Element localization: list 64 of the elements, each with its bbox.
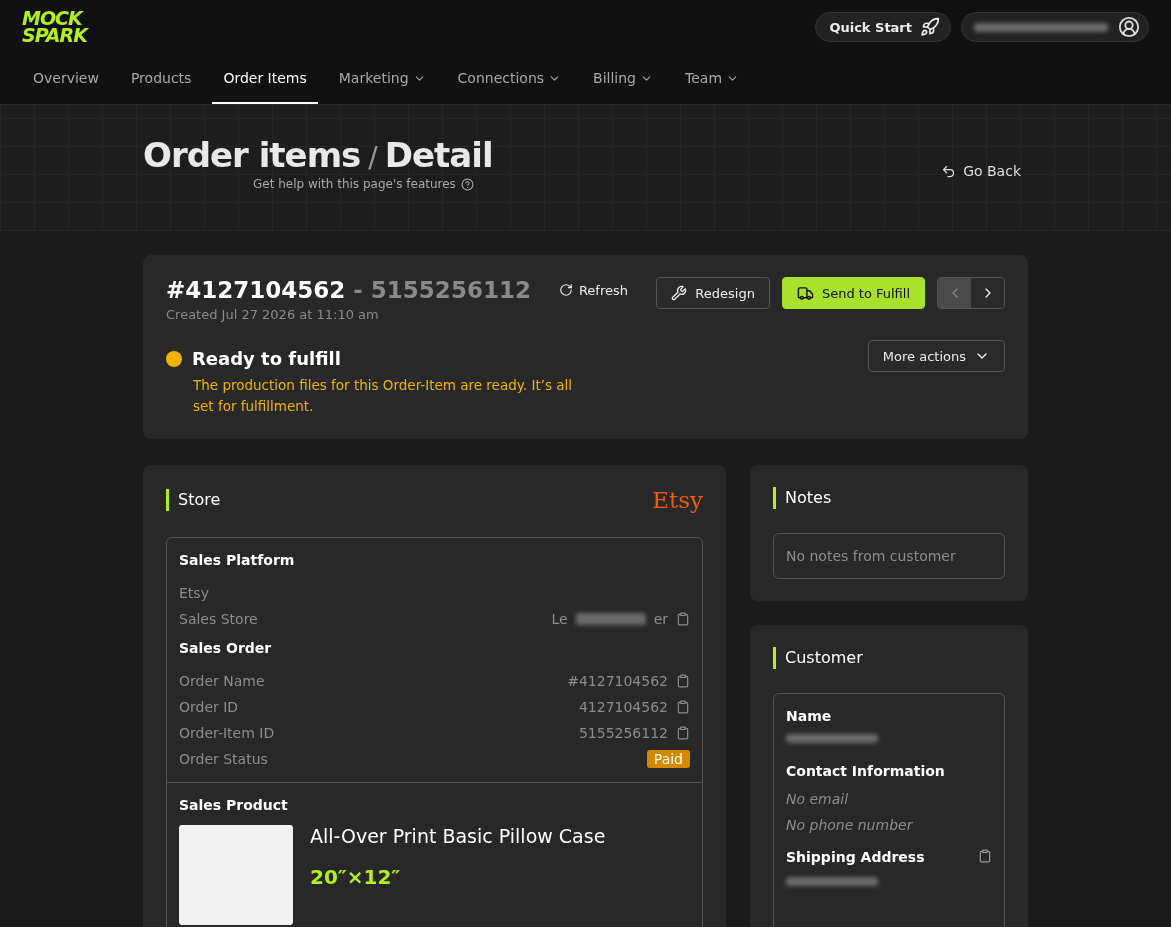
help-link[interactable]: Get help with this page's features	[253, 177, 456, 191]
section-heading: Sales Platform	[179, 552, 296, 568]
status-badge: Paid	[646, 750, 690, 768]
undo-icon	[941, 163, 957, 179]
redacted-text	[575, 613, 646, 625]
product-size: 20″×12″	[310, 865, 402, 889]
phone-text: No phone number	[786, 817, 914, 835]
page-subtitle: Detail	[384, 135, 493, 175]
logo[interactable]: MOCK SPARK	[22, 10, 87, 44]
clipboard-icon[interactable]	[676, 674, 690, 688]
page-title: Order items	[143, 135, 361, 175]
product-name: All-Over Print Basic Pillow Case	[310, 825, 606, 847]
more-actions-button[interactable]: More actions	[867, 340, 1005, 372]
field-value: 4127104562	[578, 699, 668, 715]
breadcrumb-separator: /	[368, 141, 377, 174]
section-heading: Shipping Address	[786, 849, 925, 865]
email-text: No email	[786, 791, 850, 809]
field-value: 5155256112	[578, 725, 668, 741]
nav-tab[interactable]: Products	[119, 54, 203, 104]
nav-tab[interactable]: Connections	[446, 54, 573, 104]
truck-icon	[796, 284, 814, 302]
user-icon	[1118, 16, 1140, 38]
account-button[interactable]	[961, 12, 1149, 42]
go-back-link[interactable]: Go Back	[941, 161, 1021, 181]
field-label: Order Status	[179, 751, 268, 767]
refresh-button[interactable]: Refresh	[552, 281, 634, 299]
nav-tab[interactable]: Team	[674, 54, 751, 104]
wrench-icon	[671, 285, 688, 301]
section-heading: Sales Product	[179, 797, 289, 813]
send-to-fulfill-button[interactable]: Send to Fulfill	[781, 277, 925, 309]
section-title: Store	[166, 489, 221, 511]
refresh-icon	[558, 283, 573, 297]
nav-tab[interactable]: Billing	[582, 54, 664, 104]
clipboard-icon[interactable]	[978, 849, 992, 863]
field-value: #4127104562	[567, 673, 668, 689]
clipboard-icon[interactable]	[676, 726, 690, 740]
section-title: Notes	[773, 487, 1005, 509]
nav-tab[interactable]: Marketing	[327, 54, 437, 104]
order-number: #4127104562	[166, 277, 346, 303]
section-heading: Sales Order	[179, 640, 273, 656]
order-item-id: 5155256112	[370, 277, 531, 303]
platform-name: Etsy	[179, 585, 209, 601]
clipboard-icon[interactable]	[676, 700, 690, 714]
quick-start-button[interactable]: Quick Start	[815, 12, 951, 42]
nav-tab[interactable]: Overview	[22, 54, 110, 104]
field-label: Order-Item ID	[179, 725, 275, 741]
status-title: Ready to fulfill	[192, 348, 341, 369]
clipboard-icon[interactable]	[676, 612, 690, 626]
status-description: The production files for this Order-Item are ready. It’s all set for fulfillment.	[193, 376, 574, 416]
section-heading: Contact Information	[786, 763, 946, 779]
field-label: Order ID	[179, 699, 239, 715]
redesign-button[interactable]: Redesign	[656, 277, 770, 309]
section-heading: Name	[786, 708, 833, 724]
help-icon	[460, 177, 474, 191]
field-value: Le	[551, 611, 568, 627]
field-label: Sales Store	[179, 611, 258, 627]
section-title: Customer	[773, 647, 1005, 669]
created-date: Created Jul 27 2026 at 11:10 am	[166, 307, 380, 322]
store-brand-logo: Etsy	[652, 487, 703, 513]
field-label: Order Name	[179, 673, 265, 689]
field-value: er	[653, 611, 668, 627]
notes-field: No notes from customer	[773, 533, 1005, 579]
dash: -	[353, 277, 363, 303]
rocket-icon	[920, 17, 940, 37]
